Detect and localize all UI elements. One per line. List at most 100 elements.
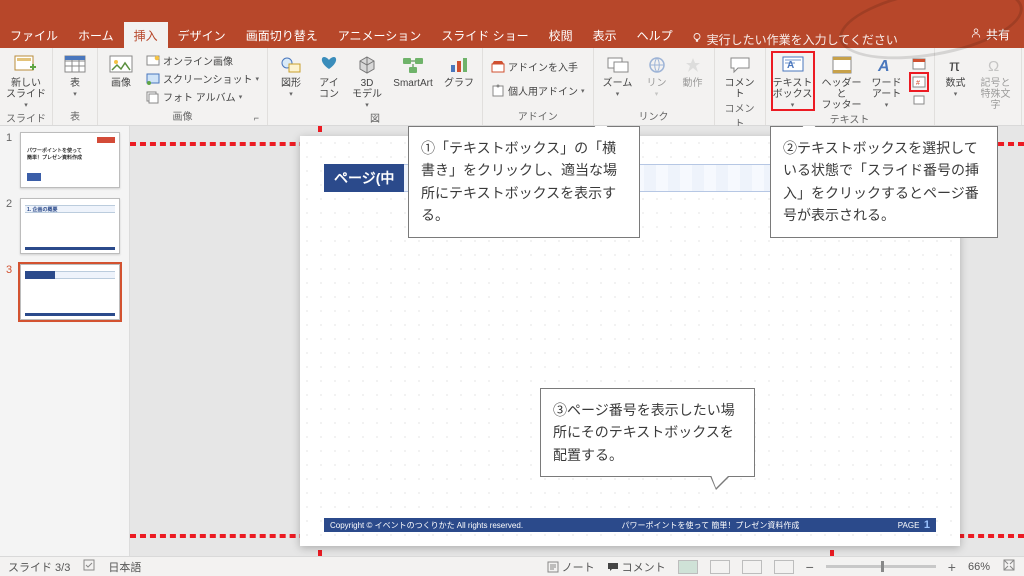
picture-icon (108, 54, 134, 76)
tab-file[interactable]: ファイル (0, 22, 68, 48)
title-bar (0, 0, 1024, 22)
comments-button[interactable]: コメント (607, 559, 666, 575)
new-slide-icon (13, 54, 39, 76)
3d-label: 3D モデル (352, 78, 382, 100)
icons-label: アイ コン (319, 78, 339, 100)
equation-button[interactable]: π数式▾ (941, 52, 971, 99)
dialog-launcher-icon[interactable]: ⌐ (254, 113, 259, 123)
fit-window-button[interactable] (1002, 558, 1016, 575)
object-button[interactable] (910, 92, 928, 108)
action-icon (680, 54, 706, 76)
screenshot-button[interactable]: スクリーンショット ▾ (144, 70, 261, 87)
my-addins-label: 個人用アドイン (508, 83, 578, 98)
group-images: 画像 オンライン画像 スクリーンショット ▾ フォト アルバム ▾ 画像⌐ (98, 48, 268, 125)
thumbnail-3[interactable]: 3 (6, 264, 123, 320)
ribbon: 新しい スライド ▾ スライド 表 ▾ 表 画像 オンライン画像 スクリーンショ… (0, 48, 1024, 126)
slide-footer[interactable]: Copyright © イベントのつくりかた All rights reserv… (324, 518, 936, 532)
action-button[interactable]: 動作 (678, 52, 708, 89)
zoom-button[interactable]: ズーム▾ (600, 52, 636, 99)
link-label: リン (647, 78, 667, 89)
smartart-button[interactable]: SmartArt (390, 52, 436, 89)
slide-number-icon: # (912, 75, 926, 89)
icons-button[interactable]: アイ コン (314, 52, 344, 100)
screenshot-label: スクリーンショット (163, 71, 253, 86)
tell-me-text: 実行したい作業を入力してください (707, 31, 898, 48)
thumbnail-1[interactable]: 1パワーポイントを使って 簡単！プレゼン資料作成 (6, 132, 123, 188)
sorter-view-button[interactable] (710, 560, 730, 574)
album-icon (146, 90, 160, 104)
thumbnail-2[interactable]: 21. 企画の概要 (6, 198, 123, 254)
callout-2: ②テキストボックスを選択している状態で「スライド番号の挿入」をクリックするとペー… (770, 126, 998, 238)
thumb-num: 3 (6, 264, 14, 320)
tab-transitions[interactable]: 画面切り替え (236, 22, 328, 48)
wordart-button[interactable]: Aワード アート▾ (870, 52, 904, 110)
header-footer-button[interactable]: ヘッダーと フッター (820, 52, 864, 111)
group-slides-label: スライド (6, 110, 46, 127)
tab-slideshow[interactable]: スライド ショー (431, 22, 538, 48)
group-tables-label: 表 (59, 108, 91, 125)
shapes-button[interactable]: 図形▾ (274, 52, 308, 99)
photo-album-button[interactable]: フォト アルバム ▾ (144, 88, 261, 105)
album-label: フォト アルバム (163, 89, 236, 104)
smartart-label: SmartArt (393, 78, 432, 89)
comment-icon (727, 54, 753, 76)
header-icon (829, 54, 855, 76)
link-button[interactable]: リン▾ (642, 52, 672, 99)
comment-button[interactable]: コメント (721, 52, 759, 100)
zoom-in-button[interactable]: + (948, 559, 956, 575)
symbol-button[interactable]: Ω記号と 特殊文字 (977, 52, 1015, 111)
link-icon (644, 54, 670, 76)
thumb-num: 2 (6, 198, 14, 254)
zoom-slider[interactable] (826, 565, 936, 568)
tab-insert[interactable]: 挿入 (124, 22, 168, 48)
tab-view[interactable]: 表示 (583, 22, 627, 48)
new-slide-button[interactable]: 新しい スライド ▾ (6, 52, 46, 110)
online-pictures-button[interactable]: オンライン画像 (144, 52, 261, 69)
table-label: 表 (70, 78, 80, 89)
cube-icon (354, 54, 380, 76)
group-symbols: π数式▾ Ω記号と 特殊文字 . (935, 48, 1022, 125)
svg-text:A: A (787, 60, 794, 71)
get-addins-label: アドインを入手 (508, 59, 578, 74)
footer-center: パワーポイントを使って 簡単！プレゼン資料作成 (622, 520, 800, 531)
my-addins-button[interactable]: 個人用アドイン ▾ (489, 82, 587, 99)
chart-button[interactable]: グラフ (442, 52, 476, 89)
status-bar: スライド 3/3 日本語 ノート コメント − + 66% (0, 556, 1024, 576)
object-icon (912, 93, 926, 107)
callout-3: ③ページ番号を表示したい場所にそのテキストボックスを配置する。 (540, 388, 755, 477)
textbox-icon: A (780, 54, 806, 76)
thumb-num: 1 (6, 132, 14, 188)
slideshow-view-button[interactable] (774, 560, 794, 574)
textbox-button[interactable]: Aテキスト ボックス▾ (772, 52, 814, 110)
zoom-percent[interactable]: 66% (968, 561, 990, 573)
tab-review[interactable]: 校閲 (539, 22, 583, 48)
textbox-label: テキスト ボックス (773, 78, 813, 100)
tab-home[interactable]: ホーム (68, 22, 124, 48)
dropdown-icon: ▾ (73, 91, 77, 99)
group-images-label: 画像⌐ (104, 108, 261, 125)
tab-help[interactable]: ヘルプ (627, 22, 683, 48)
comment-label: コメント (721, 78, 759, 100)
get-addins-button[interactable]: アドインを入手 (489, 58, 587, 75)
table-button[interactable]: 表 ▾ (59, 52, 91, 99)
slide-number-button[interactable]: # (910, 73, 928, 91)
spellcheck-icon[interactable] (82, 558, 96, 575)
group-illust-label: 図 (274, 110, 476, 127)
group-text: Aテキスト ボックス▾ ヘッダーと フッター Aワード アート▾ # テキスト (766, 48, 935, 125)
3d-models-button[interactable]: 3D モデル▾ (350, 52, 384, 110)
notes-button[interactable]: ノート (547, 559, 595, 575)
tab-design[interactable]: デザイン (168, 22, 236, 48)
tell-me[interactable]: 実行したい作業を入力してください (691, 31, 898, 48)
callout-3-text: ③ページ番号を表示したい場所にそのテキストボックスを配置する。 (553, 402, 735, 463)
tab-animations[interactable]: アニメーション (328, 22, 432, 48)
reading-view-button[interactable] (742, 560, 762, 574)
svg-text:Ω: Ω (988, 58, 999, 75)
slide-canvas-area[interactable]: ページ(中 1.中表紙(大項目) Copyright © イベントのつくりかた … (130, 126, 1024, 556)
zoom-icon (605, 54, 631, 76)
status-lang[interactable]: 日本語 (108, 559, 141, 575)
normal-view-button[interactable] (678, 560, 698, 574)
zoom-out-button[interactable]: − (806, 559, 814, 575)
callout-1-text: ①「テキストボックス」の「横書き」をクリックし、適当な場所にテキストボックスを表… (421, 140, 617, 223)
title-text: ページ(中 (324, 164, 404, 192)
pictures-button[interactable]: 画像 (104, 52, 138, 89)
